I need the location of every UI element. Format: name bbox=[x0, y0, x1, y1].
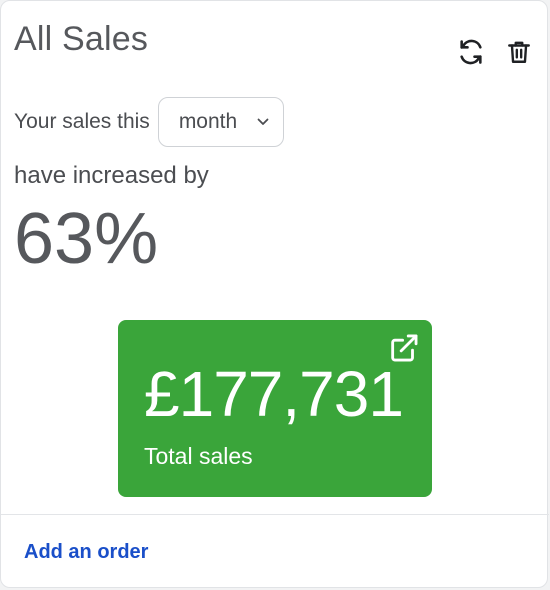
add-order-link[interactable]: Add an order bbox=[24, 541, 148, 564]
period-selected-value: month bbox=[178, 110, 238, 133]
period-select[interactable]: month bbox=[157, 97, 284, 147]
refresh-button[interactable] bbox=[455, 36, 487, 68]
period-row: Your sales this month bbox=[14, 97, 284, 147]
card-title: All Sales bbox=[14, 20, 149, 58]
refresh-icon bbox=[460, 39, 482, 65]
all-sales-card: All Sales Your sales this month have inc… bbox=[0, 0, 549, 588]
chevron-down-icon bbox=[257, 118, 269, 126]
period-label: Your sales this bbox=[14, 110, 150, 133]
trash-icon bbox=[508, 41, 530, 63]
total-sales-tile[interactable]: £177,731 Total sales bbox=[118, 320, 432, 497]
total-sales-amount: £177,731 bbox=[144, 358, 404, 430]
total-sales-label: Total sales bbox=[144, 443, 253, 469]
delete-button[interactable] bbox=[503, 36, 535, 68]
increase-text: have increased by bbox=[14, 162, 209, 189]
increase-percent: 63% bbox=[14, 199, 159, 279]
footer-divider bbox=[1, 514, 549, 515]
